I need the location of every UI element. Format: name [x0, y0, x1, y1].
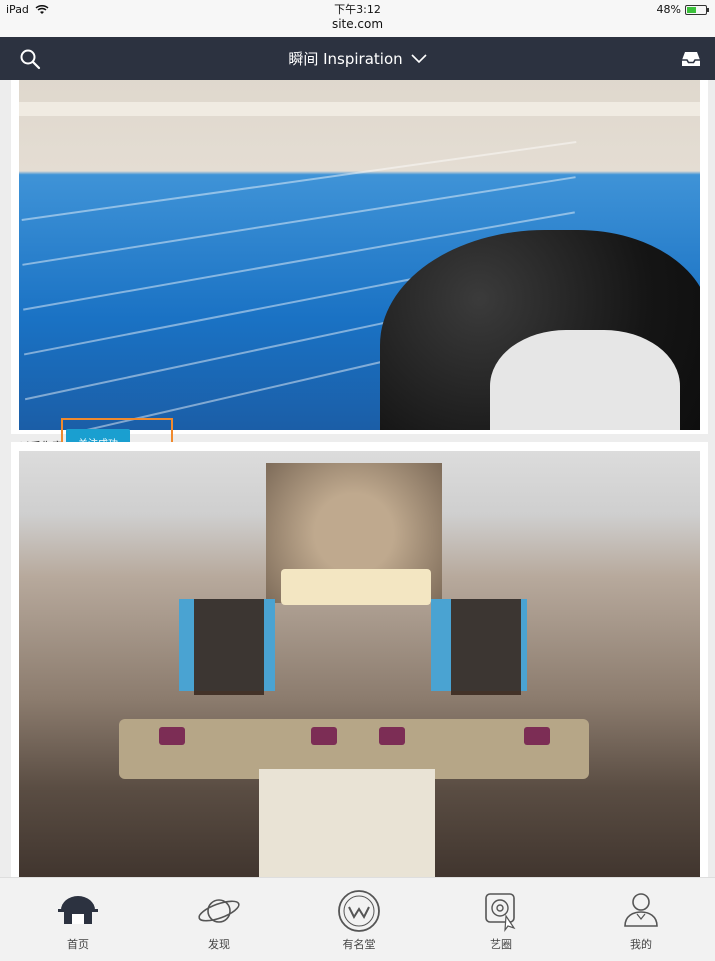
post-card — [11, 442, 708, 877]
bottom-tab-bar: 首页 发现 有名堂 艺圈 我的 — [0, 877, 715, 961]
art-circle-icon — [485, 893, 516, 932]
post-card: 以后你家 关注成功 关注 0 — [11, 80, 708, 502]
pillow — [311, 727, 337, 745]
tab-discover[interactable]: 发现 — [169, 888, 269, 952]
coffee-table — [259, 769, 435, 877]
tab-label: 发现 — [208, 938, 230, 951]
page-title: 瞬间 Inspiration — [288, 50, 403, 68]
battery-percent: 48% — [656, 3, 681, 16]
sofa — [429, 719, 589, 779]
lattice-screen — [194, 599, 264, 695]
pillow — [379, 727, 405, 745]
battery-fill — [687, 6, 696, 13]
profile-icon — [624, 893, 658, 927]
top-nav-bar: 瞬间 Inspiration — [0, 37, 715, 80]
chevron-down-icon — [411, 53, 427, 63]
battery-icon — [685, 4, 709, 15]
status-time: 下午3:12 — [334, 3, 381, 16]
url-domain[interactable]: site.com — [0, 17, 715, 32]
lamp-glow — [281, 569, 431, 605]
post-photo-hotel-lounge[interactable] — [19, 451, 700, 877]
inbox-icon[interactable] — [679, 47, 703, 71]
sofa — [119, 719, 279, 779]
pool-lane-line — [21, 141, 577, 221]
tab-label: 首页 — [67, 938, 89, 951]
tab-home[interactable]: 首页 — [28, 888, 128, 952]
pillow — [159, 727, 185, 745]
tab-label: 我的 — [630, 938, 652, 951]
lattice-screen — [451, 599, 521, 695]
tab-label: 有名堂 — [342, 938, 376, 951]
channel-selector[interactable]: 瞬间 Inspiration — [0, 48, 715, 69]
spectator-shirt — [490, 330, 680, 430]
status-bar: iPad 下午3:12 site.com 48% — [0, 0, 715, 37]
post-photo-swimming-pool[interactable] — [19, 80, 700, 430]
status-center: 下午3:12 site.com — [0, 2, 715, 32]
tab-label: 艺圈 — [490, 938, 512, 951]
tab-youmingtang[interactable]: 有名堂 — [309, 888, 409, 952]
w-logo-icon — [338, 890, 380, 932]
pillow — [524, 727, 550, 745]
home-icon — [58, 896, 98, 924]
feed-list[interactable]: 以后你家 关注成功 关注 0 — [0, 80, 715, 877]
pool-deck — [19, 102, 700, 116]
planet-icon — [198, 899, 240, 923]
tab-profile[interactable]: 我的 — [591, 888, 691, 952]
status-right: 48% — [656, 3, 709, 16]
tab-art-circle[interactable]: 艺圈 — [451, 888, 551, 952]
